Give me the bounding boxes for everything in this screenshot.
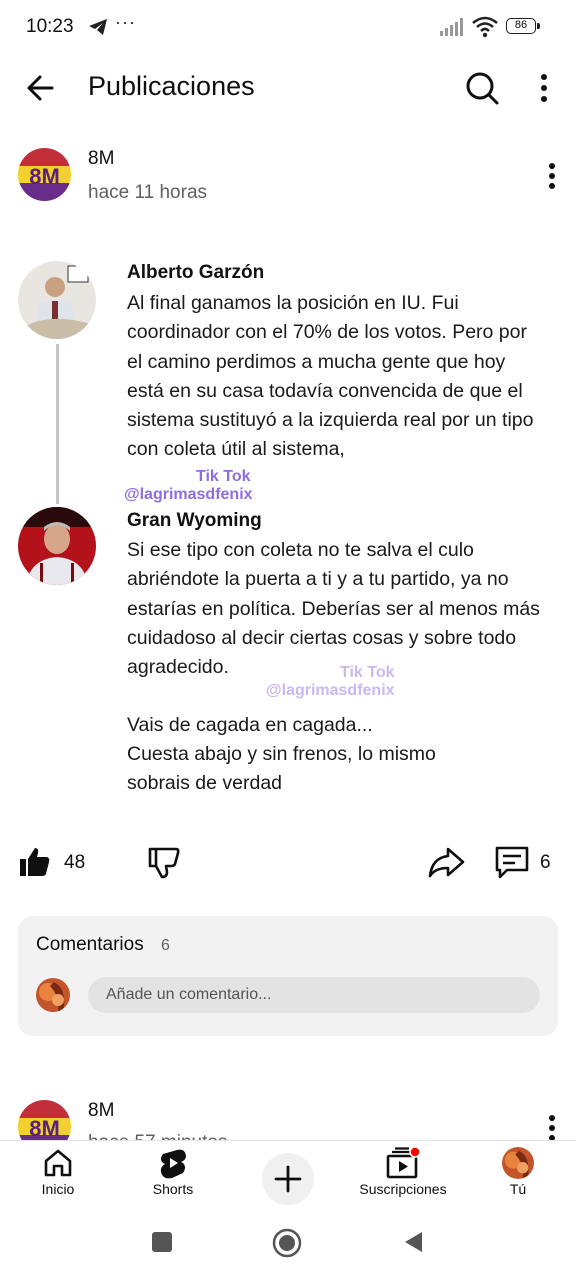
nav-home[interactable]: Inicio	[28, 1147, 88, 1197]
recent-apps-icon[interactable]	[150, 1230, 174, 1254]
bottom-navigation: Inicio Shorts Suscripciones Tú	[0, 1140, 576, 1213]
notification-dots: ···	[115, 12, 136, 32]
nav-label: Inicio	[41, 1181, 75, 1197]
more-vert-icon[interactable]	[536, 158, 568, 194]
next-post-header: 8M 8M hace 57 minutos	[0, 1092, 576, 1142]
channel-name[interactable]: 8M	[88, 1100, 114, 1122]
like-count: 48	[64, 852, 86, 873]
battery-indicator: 86	[506, 18, 540, 34]
home-circle-icon[interactable]	[272, 1228, 302, 1258]
watermark-handle: @lagrimasdfenix	[266, 682, 395, 699]
comments-count: 6	[161, 937, 170, 954]
gran-wyoming-avatar	[18, 507, 96, 585]
tweet-text: Si ese tipo con coleta no te salva el cu…	[127, 539, 540, 679]
page-title: Publicaciones	[88, 71, 255, 101]
comment-input[interactable]	[88, 977, 540, 1013]
watermark-tiktok: Tik Tok	[340, 664, 395, 681]
telegram-icon	[89, 19, 107, 35]
caption-line: Vais de cagada en cagada...	[127, 714, 373, 736]
nav-subscriptions[interactable]: Suscripciones	[354, 1147, 452, 1197]
comments-title: Comentarios	[36, 934, 144, 955]
share-icon[interactable]	[426, 844, 466, 880]
caption-line: Cuesta abajo y sin frenos, lo mismo	[127, 743, 436, 765]
signal-icon	[440, 18, 463, 36]
back-triangle-icon[interactable]	[402, 1230, 424, 1254]
status-time: 10:23	[26, 16, 74, 37]
svg-text:8M: 8M	[29, 164, 60, 189]
comment-count: 6	[540, 852, 551, 873]
system-navigation	[0, 1212, 576, 1280]
nav-label: Suscripciones	[359, 1181, 447, 1197]
alberto-garzon-avatar	[18, 261, 96, 339]
post-header: 8M 8M hace 11 horas	[0, 140, 576, 210]
like-icon[interactable]	[16, 844, 52, 880]
channel-avatar[interactable]: 8M	[18, 148, 71, 201]
watermark-tiktok: Tik Tok	[196, 468, 251, 485]
tweet-author: Gran Wyoming	[127, 510, 262, 531]
svg-text:8M: 8M	[29, 1116, 60, 1141]
wifi-icon	[472, 16, 498, 38]
caption-line: sobrais de verdad	[127, 772, 283, 794]
nav-shorts[interactable]: Shorts	[142, 1147, 204, 1197]
channel-name[interactable]: 8M	[88, 148, 114, 170]
watermark-handle: @lagrimasdfenix	[124, 486, 253, 503]
tweet-author: Alberto Garzón	[127, 262, 265, 283]
status-bar: 10:23 ··· 86	[0, 0, 576, 56]
plus-icon	[274, 1165, 302, 1193]
create-button[interactable]	[262, 1153, 314, 1205]
dislike-icon[interactable]	[146, 844, 182, 880]
more-vert-icon[interactable]	[536, 1110, 568, 1142]
avatar	[502, 1147, 534, 1179]
user-avatar	[36, 978, 70, 1012]
nav-you[interactable]: Tú	[498, 1147, 538, 1197]
channel-avatar[interactable]: 8M	[18, 1100, 71, 1142]
thread-line	[56, 344, 59, 504]
comment-icon[interactable]	[492, 844, 532, 880]
back-arrow-icon[interactable]	[22, 68, 62, 108]
post-time: hace 11 horas	[88, 182, 208, 203]
search-icon[interactable]	[462, 68, 502, 108]
nav-label: Shorts	[152, 1181, 194, 1197]
nav-label: Tú	[509, 1181, 527, 1197]
tweet-text: Al final ganamos la posición en IU. Fui …	[127, 292, 534, 461]
comments-section[interactable]: Comentarios 6	[18, 916, 558, 1036]
more-vert-icon[interactable]	[526, 68, 562, 108]
shorts-icon	[160, 1149, 186, 1179]
home-icon	[44, 1149, 72, 1177]
subscriptions-icon	[386, 1147, 421, 1179]
post-image[interactable]: Alberto Garzón Al final ganamos la posic…	[0, 240, 576, 810]
app-bar: Publicaciones	[0, 56, 576, 120]
post-actions: 48 6	[0, 838, 576, 890]
